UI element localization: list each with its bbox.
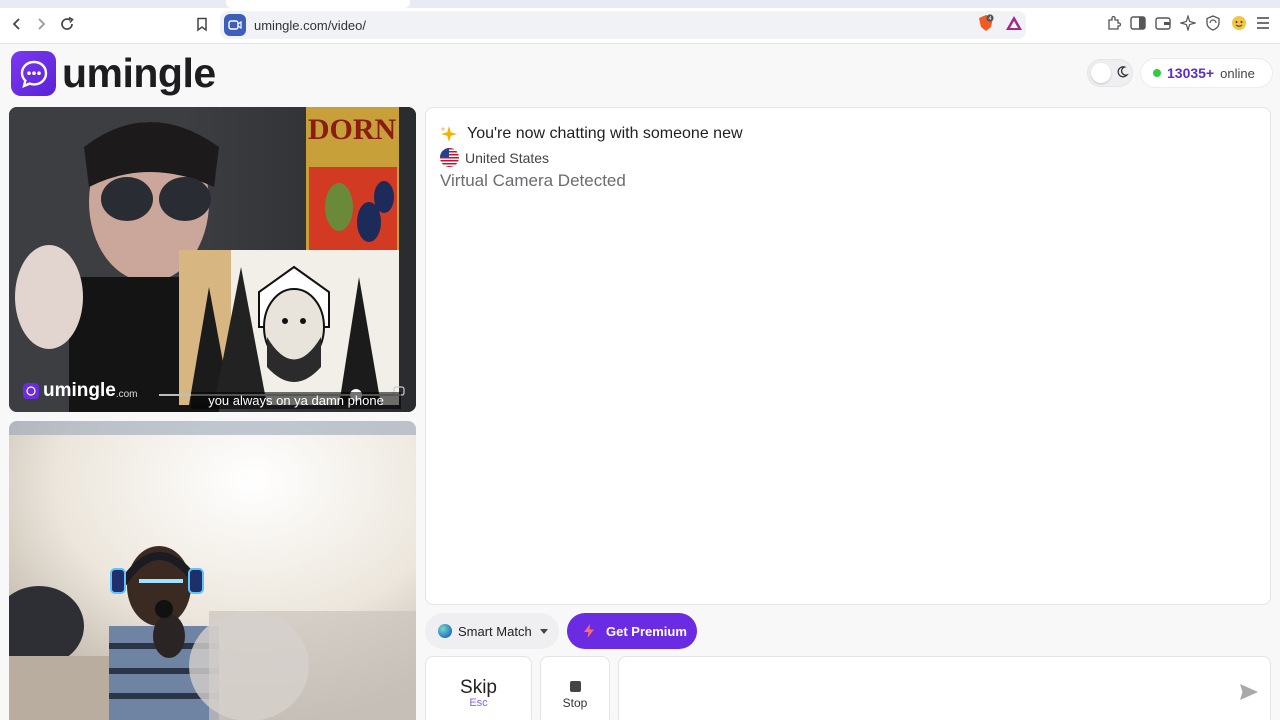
wallet-icon[interactable] [1154, 14, 1172, 32]
virtual-camera-notice: Virtual Camera Detected [440, 171, 626, 190]
online-dot-icon [1153, 69, 1161, 77]
remote-video: DORN umingle .com you always on ya damn … [9, 107, 416, 412]
online-count: 13035+ [1167, 65, 1215, 81]
globe-icon [438, 624, 452, 638]
chat-country-line: United States [440, 148, 549, 167]
svg-text:4: 4 [989, 16, 992, 22]
sparkle-icon [440, 126, 457, 142]
smart-match-dropdown[interactable]: Smart Match [425, 613, 559, 649]
poster-title: DORN [308, 113, 397, 146]
moon-icon [1117, 66, 1129, 78]
premium-label: Get Premium [606, 623, 687, 639]
bolt-icon [584, 624, 594, 638]
chat-panel: You're now chatting with someone new Uni… [425, 107, 1271, 605]
stop-button[interactable]: Stop [540, 656, 610, 720]
menu-icon[interactable] [1254, 14, 1272, 32]
brave-rewards-icon[interactable] [1005, 14, 1023, 32]
brave-shield-icon[interactable]: 4 [977, 14, 995, 32]
online-status: 13035+ online [1141, 59, 1272, 87]
toggle-knob [1091, 63, 1111, 83]
chat-country-text: United States [465, 149, 550, 166]
skip-label: Skip [460, 677, 497, 698]
bookmark-icon[interactable] [192, 14, 212, 34]
video-caption: you always on ya damn phone [191, 392, 401, 409]
chat-status-text: You're now chatting with someone new [467, 125, 743, 142]
tab-strip [0, 0, 1280, 8]
theme-toggle[interactable] [1087, 59, 1133, 87]
browser-toolbar: umingle.com/video/ 4 [0, 0, 1280, 44]
skip-button[interactable]: Skip Esc [425, 656, 532, 720]
online-label: online [1220, 65, 1255, 81]
chat-status-line: You're now chatting with someone new [440, 125, 743, 143]
message-input[interactable] [629, 667, 1219, 707]
smart-match-label: Smart Match [458, 623, 532, 639]
site-logo[interactable]: umingle [11, 50, 216, 97]
stop-icon [569, 681, 581, 692]
reload-icon[interactable] [57, 14, 77, 34]
remote-video-scene: DORN [9, 107, 416, 412]
watermark-logo-icon [23, 383, 39, 399]
extensions-icon[interactable] [1105, 14, 1123, 32]
watermark-brand: umingle [43, 380, 116, 401]
site-camera-icon [224, 14, 246, 36]
local-video-scene [9, 421, 416, 720]
message-box [618, 656, 1271, 720]
get-premium-button[interactable]: Get Premium [567, 613, 697, 649]
url-text: umingle.com/video/ [254, 18, 366, 33]
profile-icon[interactable] [1230, 14, 1248, 32]
local-video [9, 421, 416, 720]
skip-shortcut: Esc [469, 697, 488, 709]
stop-label: Stop [562, 696, 588, 710]
chat-bubble-icon [11, 51, 56, 96]
active-tab[interactable] [226, 0, 410, 8]
leo-icon[interactable] [1179, 14, 1197, 32]
send-icon[interactable] [1239, 683, 1259, 701]
forward-icon[interactable] [31, 14, 51, 34]
sidebar-icon[interactable] [1129, 14, 1147, 32]
back-icon[interactable] [7, 14, 27, 34]
chevron-down-icon [539, 628, 548, 634]
watermark-suffix: .com [115, 388, 138, 400]
brand-name: umingle [62, 50, 216, 96]
vpn-icon[interactable] [1204, 14, 1222, 32]
address-bar[interactable]: umingle.com/video/ [220, 11, 1026, 39]
video-watermark: umingle .com [23, 380, 138, 402]
us-flag-icon [440, 148, 459, 167]
